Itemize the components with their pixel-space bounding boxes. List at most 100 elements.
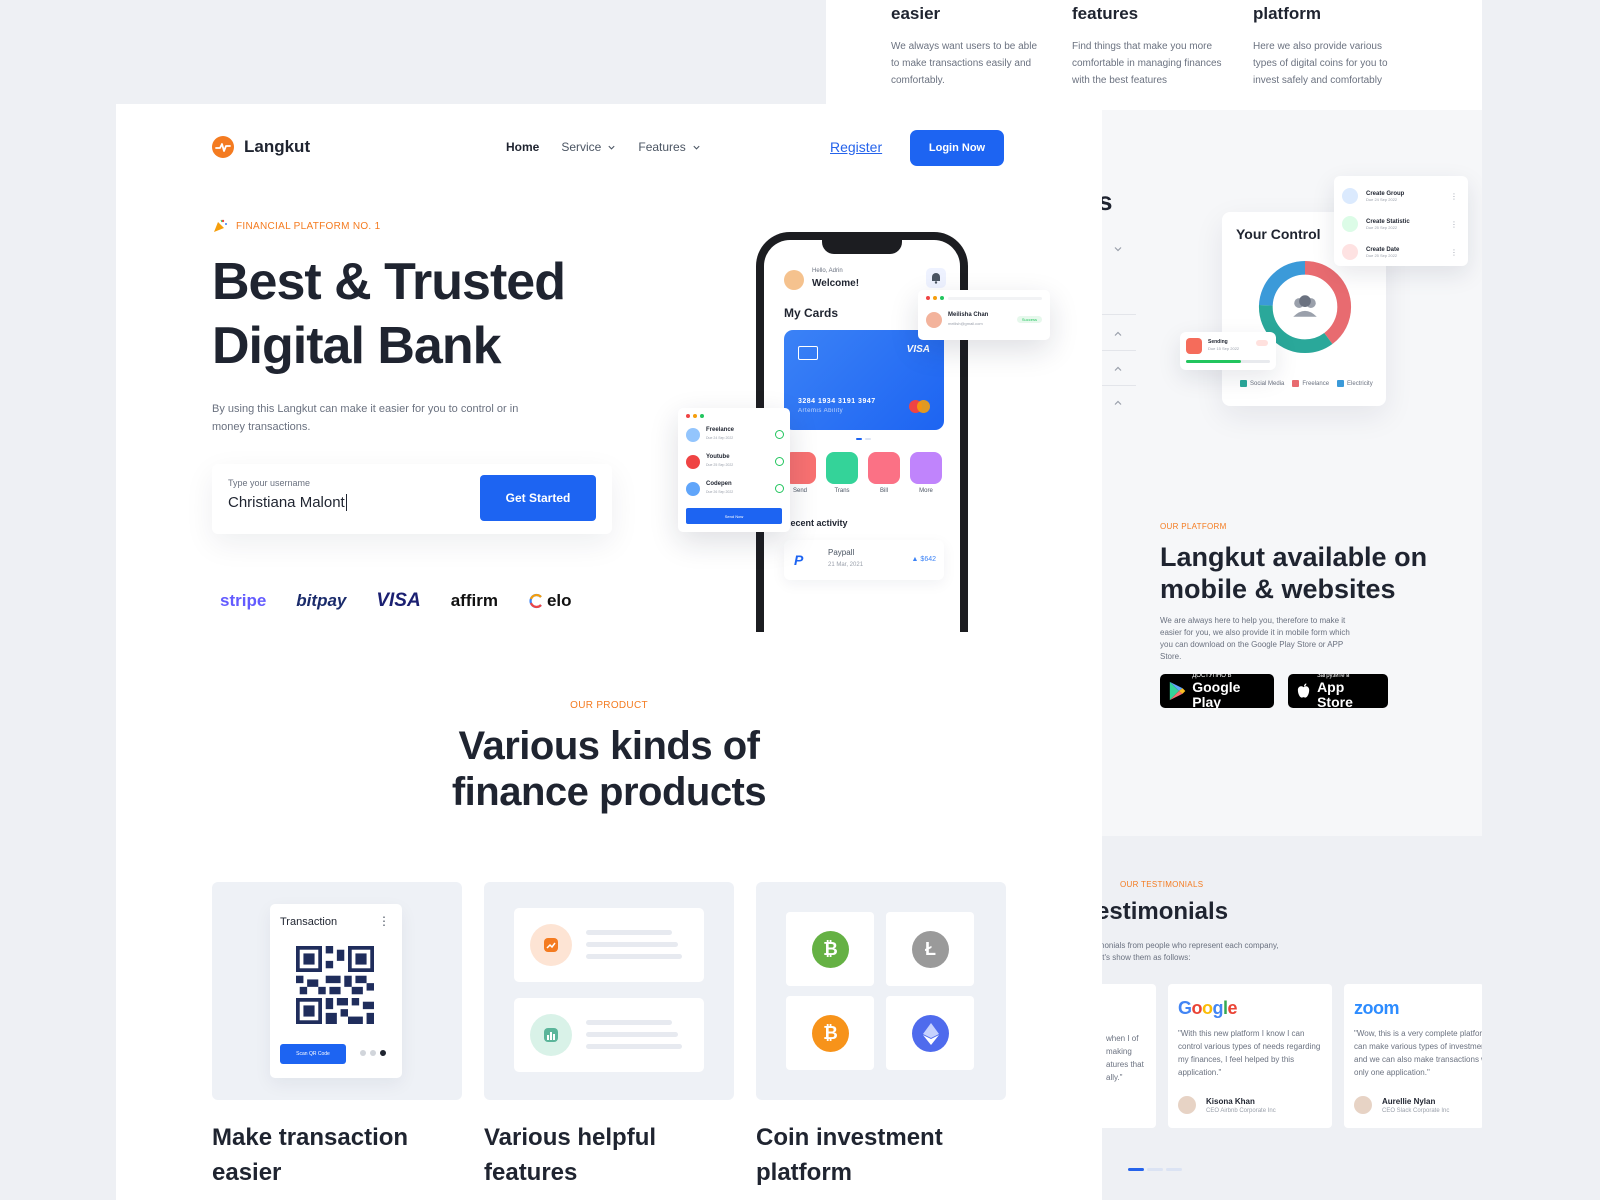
more-vertical-icon[interactable]: ⋮ bbox=[1450, 220, 1458, 229]
platform-section: OUR PLATFORM Langkut available on mobile… bbox=[1160, 522, 1460, 709]
send-icon bbox=[1186, 338, 1202, 354]
bitcoin-icon: ₿ bbox=[812, 1015, 849, 1052]
group-icon bbox=[1342, 188, 1358, 204]
action-trans[interactable]: Trans bbox=[826, 452, 858, 494]
tx-date: 21 Mar, 2021 bbox=[828, 562, 864, 568]
chevron-up-icon[interactable] bbox=[1113, 329, 1123, 339]
products-header: OUR PRODUCT Various kinds of finance prod… bbox=[116, 700, 1102, 815]
media-controls bbox=[360, 1050, 386, 1056]
quick-actions: Send Trans Bill More bbox=[784, 452, 942, 494]
payment-row[interactable]: Codepen Due 26 Sep 2022 bbox=[686, 480, 784, 498]
username-label: Type your username bbox=[228, 478, 311, 488]
testimonial-card: when I of making atures that ally." bbox=[1096, 984, 1156, 1128]
qr-code-icon bbox=[296, 946, 374, 1024]
elo-logo: elo bbox=[528, 591, 572, 611]
pager-dot[interactable] bbox=[1166, 1168, 1182, 1171]
check-icon bbox=[775, 484, 784, 493]
username-input[interactable]: Christiana Malont bbox=[228, 494, 347, 511]
action-more[interactable]: More bbox=[910, 452, 942, 494]
feature-col-platform: platform Here we also provide various ty… bbox=[1253, 4, 1403, 89]
chevron-down-icon[interactable] bbox=[1113, 244, 1123, 254]
testimonial-card: Google "With this new platform I know I … bbox=[1168, 984, 1332, 1128]
google-play-button[interactable]: ДОСТУПНО В Google Play bbox=[1160, 673, 1274, 709]
feature-tile bbox=[514, 908, 704, 982]
contact-name: Meilisha Chan bbox=[948, 312, 989, 318]
product-card-coins[interactable]: ₿ Ł ₿ bbox=[756, 882, 1006, 1100]
bitpay-logo: bitpay bbox=[296, 591, 347, 610]
stripe-logo: stripe bbox=[220, 591, 267, 610]
login-button[interactable]: Login Now bbox=[910, 130, 1004, 166]
coin-tile: Ł bbox=[886, 912, 974, 986]
landing-page: Langkut Home Service Features Register L… bbox=[116, 104, 1102, 1200]
section-text: imonials from people who represent each … bbox=[1096, 941, 1279, 962]
nav-item-home[interactable]: Home bbox=[506, 140, 539, 154]
bank-card[interactable]: VISA 3284 1934 3191 3947 Artemis Ability bbox=[784, 330, 944, 430]
card-pager[interactable] bbox=[856, 438, 871, 440]
statistic-icon bbox=[1342, 216, 1358, 232]
task-item[interactable]: Create Group Due 24 Sep 2022 ⋮ bbox=[1342, 182, 1460, 210]
section-eyebrow: OUR TESTIMONIALS bbox=[1120, 880, 1204, 889]
feature-title: easier bbox=[891, 4, 941, 23]
card-holder: Artemis Ability bbox=[798, 408, 844, 414]
bar-chart-icon bbox=[530, 1014, 572, 1056]
avatar[interactable] bbox=[784, 270, 804, 290]
product-card-features[interactable] bbox=[484, 882, 734, 1100]
progress-bar bbox=[1186, 360, 1270, 363]
feature-title: features bbox=[1072, 4, 1139, 23]
affirm-logo: affirm bbox=[450, 591, 498, 610]
nav-item-features[interactable]: Features bbox=[638, 140, 700, 154]
features-strip: easier We always want users to be able t… bbox=[826, 0, 1482, 110]
payment-row[interactable]: Freelance Due 24 Sep 2022 bbox=[686, 426, 784, 444]
product-title: Various helpful features bbox=[484, 1124, 657, 1186]
chevron-up-icon[interactable] bbox=[1113, 398, 1123, 408]
more-vertical-icon[interactable]: ⋮ bbox=[1450, 248, 1458, 257]
brand-name: Langkut bbox=[244, 137, 311, 156]
get-started-button[interactable]: Get Started bbox=[480, 475, 596, 521]
bill-icon bbox=[868, 452, 900, 484]
hero-title: Best & Trusted Digital Bank bbox=[212, 253, 566, 375]
logo-icon bbox=[212, 136, 234, 158]
more-vertical-icon[interactable]: ⋮ bbox=[1450, 192, 1458, 201]
product-card-transaction[interactable]: Transaction ⋮ Scan QR Code bbox=[212, 882, 462, 1100]
brand-logo[interactable]: Langkut bbox=[212, 136, 310, 158]
avatar bbox=[686, 428, 700, 442]
chart-up-icon bbox=[530, 924, 572, 966]
avatar bbox=[926, 312, 942, 328]
bell-icon[interactable] bbox=[926, 268, 946, 288]
nav-item-service[interactable]: Service bbox=[561, 140, 616, 154]
chart-legend: Social Media Freelance Electricity bbox=[1240, 380, 1373, 387]
payment-row[interactable]: Youtube Due 25 Sep 2022 bbox=[686, 453, 784, 471]
app-store-button[interactable]: Загрузите в App Store bbox=[1288, 673, 1388, 709]
reviewer: Aurellie Nylan CEO Slack Corporate Inc bbox=[1354, 1096, 1449, 1114]
chevron-down-icon bbox=[693, 145, 700, 150]
paypal-icon: P bbox=[794, 552, 804, 568]
window-controls bbox=[686, 414, 704, 418]
avatar bbox=[1178, 1096, 1196, 1114]
welcome-text: Welcome! bbox=[812, 278, 860, 289]
carousel-pager[interactable] bbox=[1128, 1168, 1182, 1171]
google-play-icon bbox=[1169, 681, 1186, 701]
coin-tile: ₿ bbox=[786, 912, 874, 986]
sending-title: Sending bbox=[1208, 339, 1228, 345]
feature-tile bbox=[514, 998, 704, 1072]
pager-dot[interactable] bbox=[1128, 1168, 1144, 1171]
chevron-up-icon[interactable] bbox=[1113, 364, 1123, 374]
register-link[interactable]: Register bbox=[830, 139, 882, 155]
feature-col-features: features Find things that make you more … bbox=[1072, 4, 1222, 89]
task-item[interactable]: Create Statistic Due 25 Sep 2022 ⋮ bbox=[1342, 210, 1460, 238]
hero-lead: By using this Langkut can make it easier… bbox=[212, 403, 519, 433]
transaction-row[interactable]: P Paypall 21 Mar, 2021 ▲ $642 bbox=[784, 540, 944, 580]
send-now-button[interactable]: Send Now bbox=[686, 508, 782, 524]
party-popper-icon bbox=[214, 219, 227, 232]
pager-dot[interactable] bbox=[1147, 1168, 1163, 1171]
contact-email: meilish@gmail.com bbox=[948, 321, 983, 326]
hero-section: FINANCIAL PLATFORM NO. 1 Best & Trusted D… bbox=[212, 218, 632, 436]
top-nav: Langkut Home Service Features Register L… bbox=[212, 128, 1006, 168]
ethereum-icon bbox=[912, 1015, 949, 1052]
action-bill[interactable]: Bill bbox=[868, 452, 900, 494]
more-vertical-icon[interactable]: ⋮ bbox=[378, 914, 390, 928]
qr-title: Transaction bbox=[280, 916, 338, 928]
card-number: 3284 1934 3191 3947 bbox=[798, 398, 876, 405]
task-item[interactable]: Create Date Due 25 Sep 2022 ⋮ bbox=[1342, 238, 1460, 266]
scan-qr-button[interactable]: Scan QR Code bbox=[280, 1044, 346, 1064]
